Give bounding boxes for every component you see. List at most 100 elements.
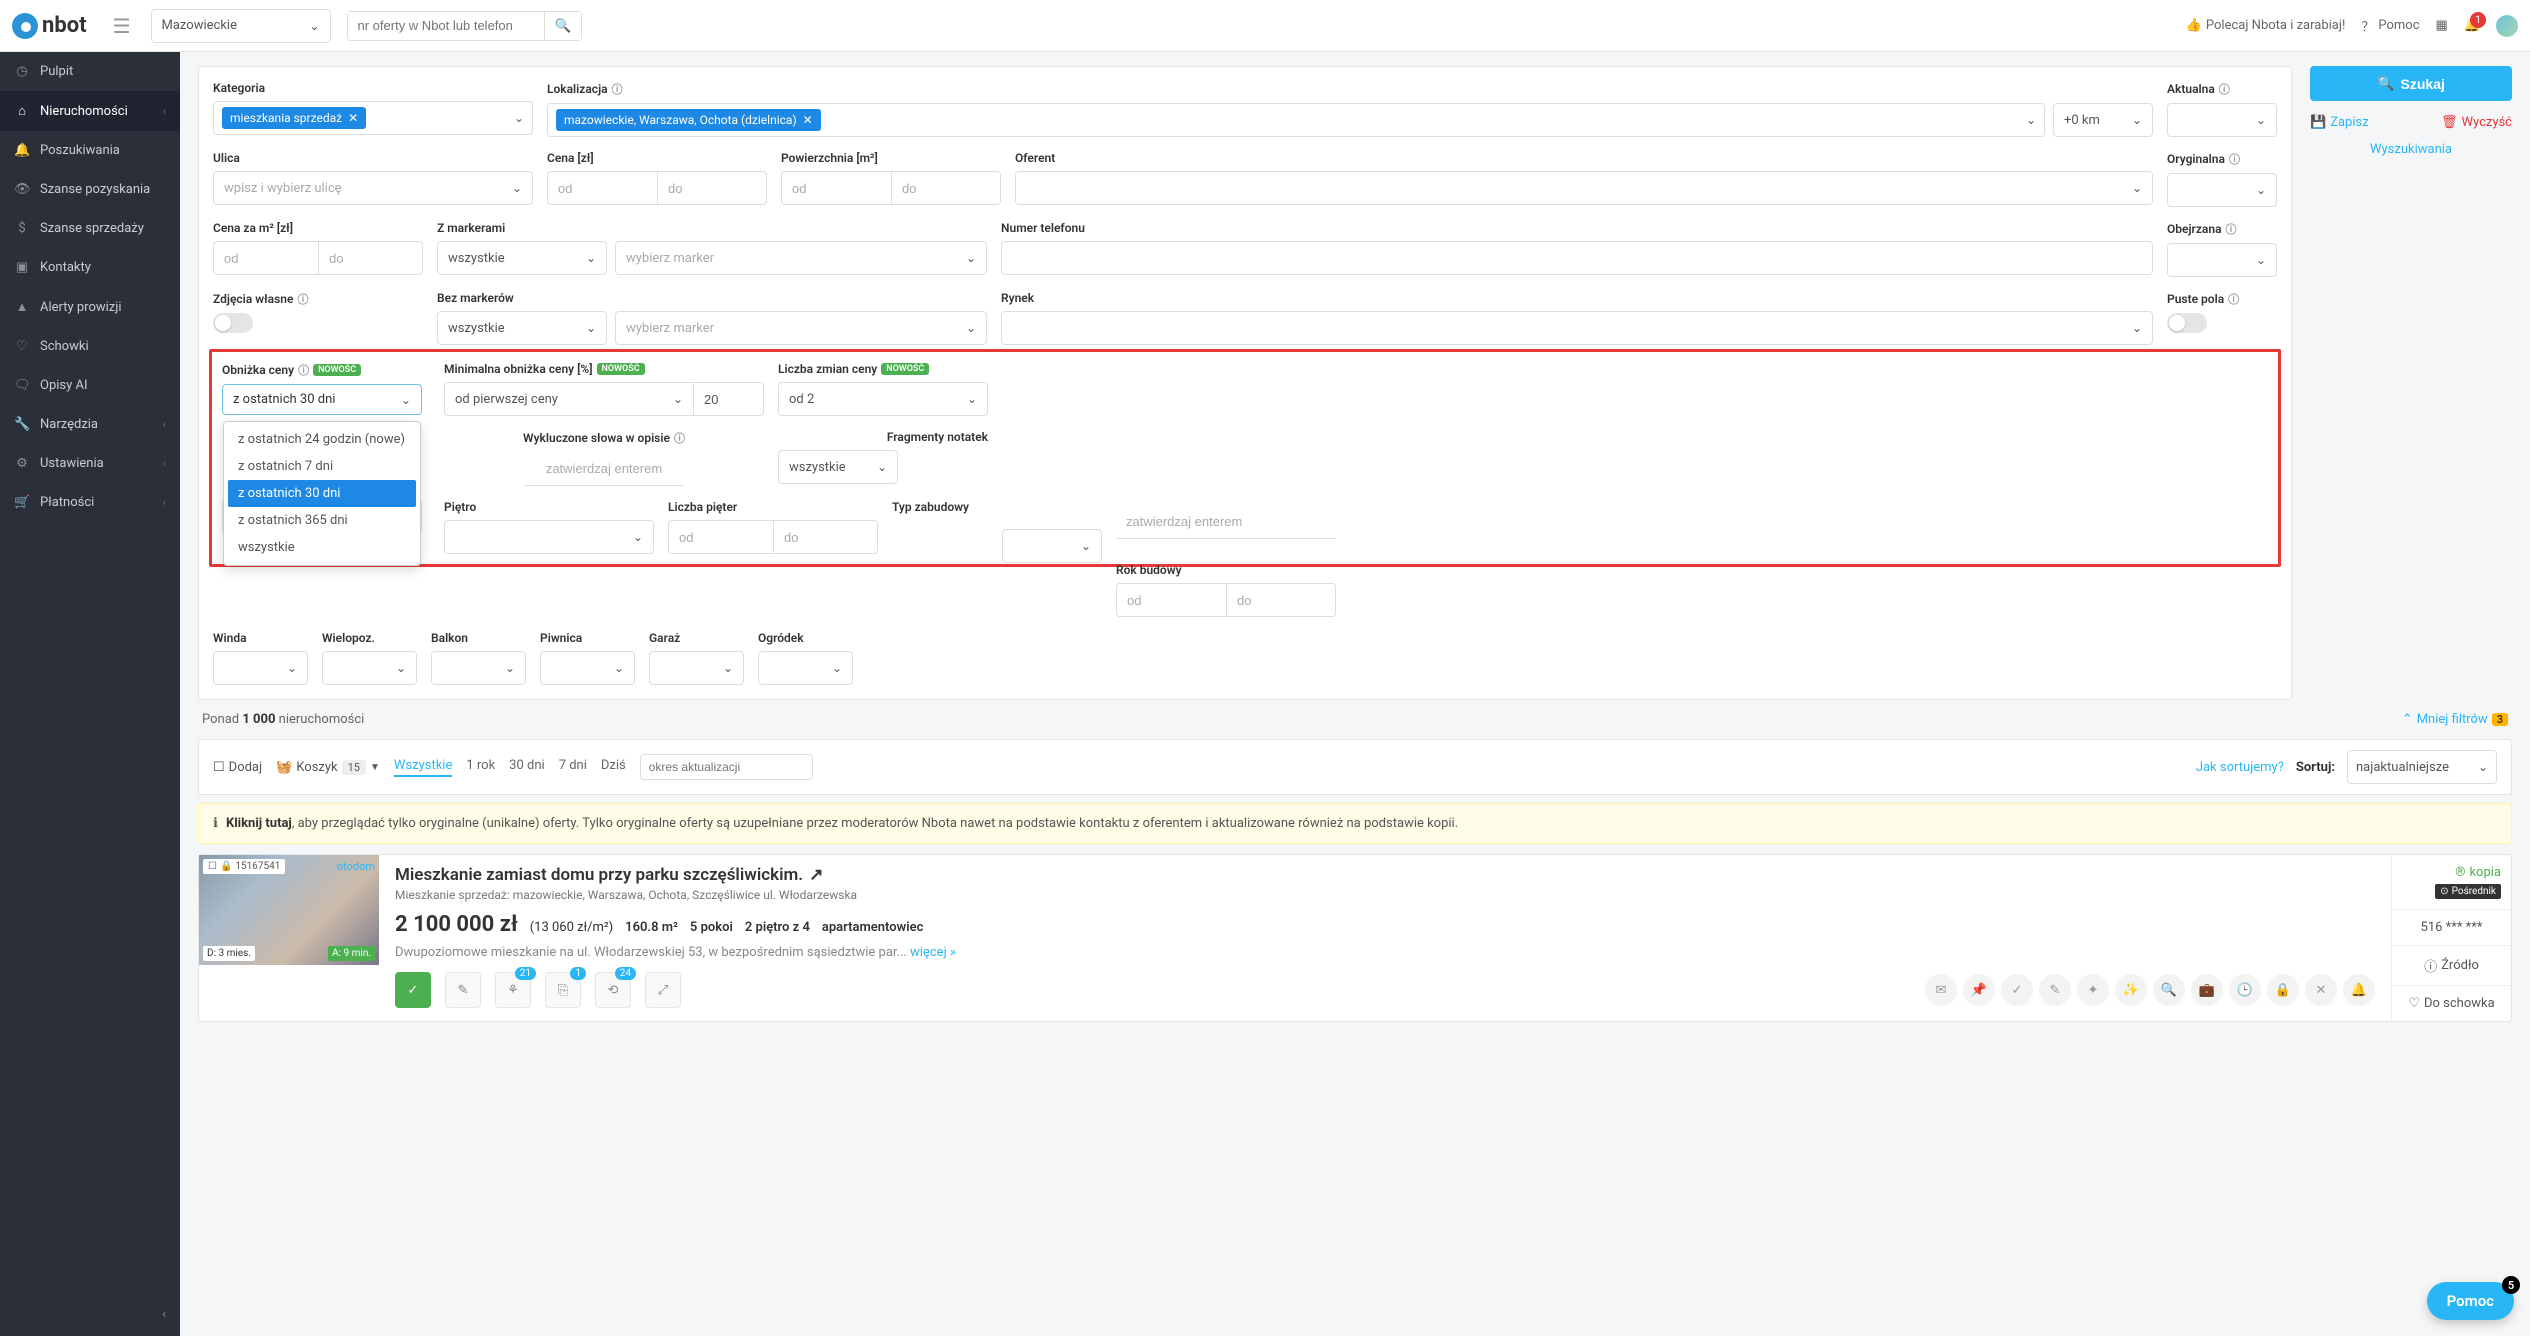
share-chip[interactable]: ⚘21 [495,972,531,1008]
sidebar-item-poszukiwania[interactable]: 🔔Poszukiwania [0,131,180,170]
pen-icon[interactable]: ✎ [2039,974,2071,1006]
aktualna-select[interactable]: ⌄ [2167,103,2277,137]
add-button[interactable]: ☐Dodaj [213,760,262,775]
searches-link[interactable]: Wyszukiwania [2310,142,2512,157]
listing-title[interactable]: Mieszkanie zamiast domu przy parku szczę… [395,865,2375,885]
date-filter-input[interactable] [640,754,813,780]
listing-image[interactable]: ☐ 🔒 15167541 otodom D: 3 mies. A: 9 min. [199,855,379,965]
search-icon-button[interactable]: 🔍 [544,12,582,40]
refresh-chip[interactable]: ⟲24 [595,972,631,1008]
pow-od[interactable] [781,171,891,205]
check-chip[interactable]: ✓ [395,972,431,1008]
tab-30-dni[interactable]: 30 dni [509,758,545,777]
rok-od[interactable] [1116,583,1226,617]
tab-dziś[interactable]: Dziś [601,758,626,777]
avatar[interactable] [2496,15,2518,37]
search-icon[interactable]: 🔍 [2153,974,2185,1006]
sidebar-item-płatności[interactable]: 🛒Płatności‹ [0,483,180,522]
sidebar-item-schowki[interactable]: ♡Schowki [0,327,180,366]
dropdown-option[interactable]: wszystkie [228,534,416,561]
clear-button[interactable]: 🗑Wyczyść [2441,115,2512,130]
cenam2-do[interactable] [318,241,423,275]
cenam2-od[interactable] [213,241,318,275]
copy-chip[interactable]: ⎘1 [545,972,581,1008]
piwnica-select[interactable]: ⌄ [540,651,635,685]
schowek-button[interactable]: ♡Do schowka [2392,985,2511,1021]
phone-button[interactable]: 516 *** *** [2392,909,2511,945]
fewer-filters-link[interactable]: ⌃Mniej filtrów 3 [2402,712,2508,727]
min-obnizka-select[interactable]: od pierwszej ceny⌄ [444,382,694,416]
check-icon[interactable]: ✓ [2001,974,2033,1006]
obejrzana-select[interactable]: ⌄ [2167,243,2277,277]
edit-chip[interactable]: ✎ [445,972,481,1008]
clock-icon[interactable]: 🕒 [2229,974,2261,1006]
listing-source[interactable]: otodom [337,860,375,873]
lokalizacja-km-select[interactable]: +0 km ⌄ [2053,103,2153,137]
remove-tag-icon[interactable]: ✕ [348,111,358,125]
lokalizacja-select[interactable]: mazowieckie, Warszawa, Ochota (dzielnica… [547,103,2045,137]
liczba-zmian-select[interactable]: od 2⌄ [778,382,988,416]
info-banner[interactable]: ℹ Kliknij tutaj, aby przeglądać tylko or… [198,803,2512,844]
bell-icon[interactable]: 🔔 [2343,974,2375,1006]
winda-select[interactable]: ⌄ [213,651,308,685]
close-icon[interactable]: ✕ [2305,974,2337,1006]
pietro-select[interactable]: ⌄ [444,520,654,554]
notifications-button[interactable]: 🔔 1 [2464,18,2480,33]
sort-select[interactable]: najaktualniejsze ⌄ [2347,750,2497,784]
oferent-select[interactable]: ⌄ [1015,171,2153,205]
obnizka-select[interactable]: z ostatnich 30 dni⌄ z ostatnich 24 godzi… [222,384,422,415]
mail-icon[interactable]: ✉ [1925,974,1957,1006]
dropdown-option[interactable]: z ostatnich 30 dni [228,480,416,507]
numer-telefonu-input[interactable] [1001,241,2153,275]
sidebar-item-szanse-sprzedaży[interactable]: $Szanse sprzedaży [0,209,180,248]
rynek-select[interactable]: ⌄ [1001,311,2153,345]
sidebar-item-nieruchomości[interactable]: ⌂Nieruchomości‹ [0,91,180,131]
tab-1-rok[interactable]: 1 rok [466,758,495,777]
sidebar-item-narzędzia[interactable]: 🔧Narzędzia‹ [0,405,180,444]
puste-pola-toggle[interactable] [2167,313,2207,333]
help-float-button[interactable]: Pomoc 5 [2427,1282,2514,1320]
balkon-select[interactable]: ⌄ [431,651,526,685]
tab-7-dni[interactable]: 7 dni [559,758,587,777]
wybierz-marker-select[interactable]: wybierz marker⌄ [615,241,987,275]
more-link[interactable]: więcej » [910,945,956,960]
sidebar-item-alerty-prowizji[interactable]: ▲Alerty prowizji [0,287,180,327]
dropdown-option[interactable]: z ostatnich 7 dni [228,453,416,480]
dropdown-option[interactable]: z ostatnich 365 dni [228,507,416,534]
fragmenty-select[interactable]: wszystkie⌄ [778,450,898,484]
cena-do[interactable] [657,171,767,205]
bez-markerow-select[interactable]: wszystkie⌄ [437,311,607,345]
zdjecia-wlasne-toggle[interactable] [213,313,253,333]
min-obnizka-input[interactable] [694,382,764,416]
basket-button[interactable]: 🧺Koszyk 15 ▼ [276,760,380,775]
tab-wszystkie[interactable]: Wszystkie [394,758,452,777]
pow-do[interactable] [891,171,1001,205]
checkbox-icon[interactable]: ☐ [208,861,217,872]
wykluczone-input[interactable] [524,452,684,486]
bez-wybierz-marker-select[interactable]: wybierz marker⌄ [615,311,987,345]
rok-do[interactable] [1226,583,1336,617]
lock-icon[interactable]: 🔒 [2267,974,2299,1006]
sidebar-item-kontakty[interactable]: ▣Kontakty [0,248,180,287]
sidebar-item-pulpit[interactable]: ◷Pulpit [0,52,180,91]
wand-icon[interactable]: ✨ [2115,974,2147,1006]
offer-search-input[interactable] [348,12,544,39]
pin-icon[interactable]: 📌 [1963,974,1995,1006]
garaz-select[interactable]: ⌄ [649,651,744,685]
fragmenty-input[interactable] [1116,505,1336,539]
ulica-select[interactable]: wpisz i wybierz ulicę⌄ [213,171,533,205]
typ-zabudowy-select[interactable]: ⌄ [1002,529,1102,563]
search-button[interactable]: 🔍Szukaj [2310,66,2512,101]
help-link[interactable]: ？Pomoc [2361,16,2419,35]
kategoria-select[interactable]: mieszkania sprzedaż✕ ⌄ [213,101,533,135]
expand-chip[interactable]: ⤢ [645,972,681,1008]
calendar-icon[interactable]: ▦ [2436,18,2448,33]
recommend-link[interactable]: 👍Polecaj Nbota i zarabiaj! [2186,18,2346,33]
sidebar-item-szanse-pozyskania[interactable]: 👁Szanse pozyskania [0,170,180,209]
external-link-icon[interactable]: ↗ [809,865,823,885]
wielopoz-select[interactable]: ⌄ [322,651,417,685]
how-sort-link[interactable]: Jak sortujemy? [2196,760,2284,775]
save-button[interactable]: 💾Zapisz [2310,115,2369,130]
sidebar-collapse[interactable]: ‹ [0,1293,180,1336]
z-markerami-select[interactable]: wszystkie⌄ [437,241,607,275]
